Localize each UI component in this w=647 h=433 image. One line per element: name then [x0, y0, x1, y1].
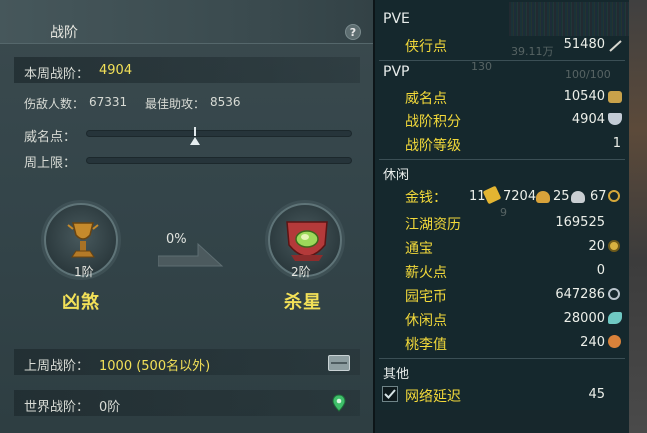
bg-text-hp: 100/100 [565, 68, 611, 81]
last-week-value: 1000 (500名以外) [99, 359, 211, 374]
chivalry-points-value: 51480 [563, 37, 605, 52]
rank-level-label: 战阶等级 [405, 138, 461, 154]
latency-label: 网络延迟 [405, 389, 461, 405]
right-edge-strip [629, 0, 647, 433]
money-label: 金钱： [405, 190, 447, 206]
next-rank-name: 杀星 [284, 292, 322, 313]
sword-icon [609, 40, 622, 52]
section-pvp-title: PVP [383, 64, 410, 80]
prestige-points-value: 10540 [563, 89, 605, 104]
tongbao-label: 通宝 [405, 241, 433, 257]
battle-rank-panel: 战阶 ? 本周战阶： 4904 伤敌人数： 67331 最佳助攻： 8536 威… [0, 0, 373, 433]
weekly-cap-progress-bar [86, 157, 352, 164]
currency-panel: 39.11万 130 100/100 9 PVE 侠行点 51480 PVP 威… [373, 0, 647, 433]
rank-progress-arrow-icon [158, 242, 224, 267]
money-copper-value: 67 [590, 189, 607, 204]
copper-coin-icon [608, 190, 620, 202]
tongbao-coin-icon [608, 240, 620, 252]
help-button[interactable]: ? [345, 24, 361, 40]
money-row: 金钱： [405, 187, 447, 207]
current-rank-level: 1阶 [74, 265, 94, 279]
weekly-cap-label: 周上限： [24, 156, 77, 171]
silver-ingot-icon [571, 191, 585, 203]
checkmark-icon [384, 389, 396, 399]
peach-icon [608, 335, 621, 348]
rank-score-label: 战阶积分 [405, 114, 461, 130]
divider [379, 358, 625, 359]
peach-plum-value: 240 [580, 335, 605, 350]
section-leisure-title: 休闲 [383, 168, 410, 183]
section-pve-title: PVE [383, 11, 410, 27]
money-gold-value: 7204 [503, 189, 537, 204]
chivalry-points-label: 侠行点 [405, 39, 447, 55]
divider [379, 60, 625, 61]
assist-label: 最佳助攻： [145, 97, 206, 111]
next-rank-level: 2阶 [291, 265, 311, 279]
week-rank-value: 4904 [99, 63, 133, 78]
divider [379, 159, 625, 160]
tongbao-value: 20 [588, 239, 605, 254]
location-pin-icon[interactable] [332, 394, 346, 412]
bg-text-130: 130 [471, 60, 492, 73]
gold-ingot-icon [536, 191, 550, 203]
section-other-title: 其他 [383, 367, 410, 382]
home-coin-label: 园宅币 [405, 289, 447, 305]
bg-text-9: 9 [500, 206, 507, 219]
peach-plum-label: 桃李值 [405, 337, 447, 353]
latency-value: 45 [588, 387, 605, 402]
prestige-progress-bar [86, 130, 352, 137]
kills-value: 67331 [89, 95, 128, 109]
rank-score-value: 4904 [571, 112, 605, 127]
world-rank-value: 0阶 [99, 400, 121, 415]
assist-value: 8536 [210, 95, 241, 109]
reward-chest-icon[interactable] [328, 355, 350, 371]
week-rank-label: 本周战阶： [24, 67, 90, 82]
kills-label: 伤敌人数： [24, 97, 85, 111]
tab-battle-rank[interactable]: 战阶 [50, 22, 78, 42]
jianghu-seniority-label: 江湖资历 [405, 217, 461, 233]
prestige-coin-icon [608, 91, 622, 103]
rank-level-value: 1 [612, 136, 621, 151]
leisure-points-value: 28000 [563, 311, 605, 326]
money-silver-value: 25 [553, 189, 570, 204]
last-week-label: 上周战阶： [24, 359, 90, 374]
firewood-points-value: 0 [596, 263, 605, 278]
leisure-points-label: 休闲点 [405, 313, 447, 329]
world-rank-label: 世界战阶： [24, 400, 90, 415]
prestige-arrow-icon [190, 137, 201, 145]
prestige-label: 威名点： [24, 130, 77, 145]
jianghu-seniority-value: 169525 [555, 215, 605, 230]
home-coin-value: 647286 [555, 287, 605, 302]
prestige-points-label: 威名点 [405, 91, 447, 107]
prestige-progress-marker [194, 127, 197, 136]
bg-text-wan: 39.11万 [511, 45, 554, 58]
panel-header: 战阶 ? [0, 0, 373, 44]
current-rank-name: 凶煞 [62, 292, 100, 313]
home-coin-icon [608, 288, 620, 300]
firewood-points-label: 薪火点 [405, 265, 447, 281]
latency-checkbox[interactable] [382, 386, 398, 402]
